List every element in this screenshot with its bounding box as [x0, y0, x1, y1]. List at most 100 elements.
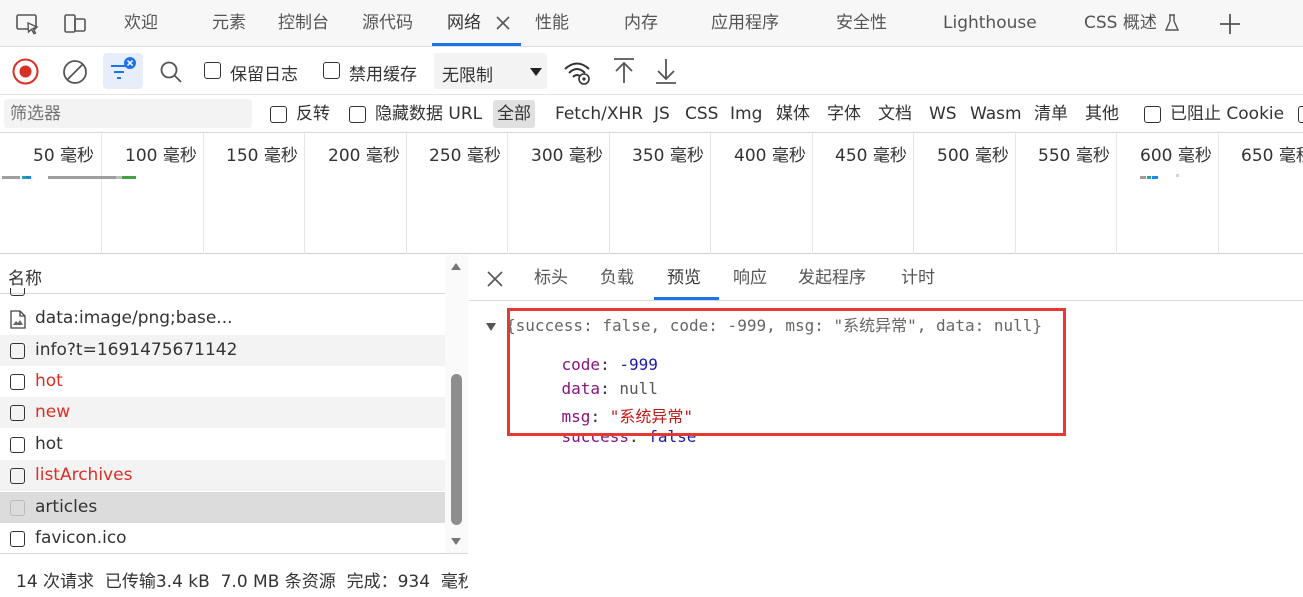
timeline-tick-label: 500 毫秒 — [937, 146, 1009, 166]
list-item[interactable]: hot — [0, 429, 445, 460]
filter-input[interactable] — [10, 101, 246, 126]
network-toolbar: 保留日志 禁用缓存 无限制 — [0, 47, 1303, 95]
tab-response[interactable]: 响应 — [733, 255, 767, 301]
image-file-icon — [10, 310, 26, 329]
list-item[interactable]: data:image/png;base... — [0, 303, 445, 334]
list-item-selected[interactable]: articles — [0, 492, 445, 523]
expand-triangle-icon[interactable] — [484, 318, 498, 331]
scroll-down-arrow-icon[interactable] — [450, 537, 462, 546]
tab-css-overview[interactable]: CSS 概述 — [1084, 0, 1157, 47]
record-icon[interactable] — [11, 57, 40, 86]
timeline-gridline — [609, 133, 610, 254]
device-toolbar-icon[interactable] — [61, 10, 89, 38]
timeline-gridline — [101, 133, 102, 254]
disable-cache-checkbox[interactable] — [323, 62, 340, 79]
document-icon — [10, 437, 25, 453]
timeline-overview[interactable]: 50 毫秒 100 毫秒 150 毫秒 200 毫秒 250 毫秒 300 毫秒… — [0, 133, 1303, 254]
tab-network[interactable]: 网络 — [447, 0, 481, 47]
list-item[interactable]: info?t=1691475671142 — [0, 335, 445, 366]
filter-type-wasm[interactable]: Wasm — [970, 95, 1022, 133]
request-name: favicon.ico — [35, 528, 127, 548]
filter-type-font[interactable]: 字体 — [827, 95, 861, 133]
document-icon — [10, 405, 25, 421]
list-item[interactable]: favicon.ico — [0, 523, 445, 554]
filter-bar: 反转 隐藏数据 URL 全部 Fetch/XHR JS CSS Img 媒体 字… — [0, 95, 1303, 133]
timeline-gridline — [1116, 133, 1117, 254]
close-details-icon[interactable] — [486, 270, 504, 288]
timeline-tick-label: 300 毫秒 — [531, 146, 603, 166]
scrollbar-track[interactable] — [445, 255, 468, 553]
status-summary: 14 次请求 已传输3.4 kB 7.0 MB 条资源 完成：934 毫秒 — [16, 572, 468, 592]
throttling-select[interactable]: 无限制 — [434, 53, 547, 89]
scroll-up-arrow-icon[interactable] — [450, 262, 462, 271]
network-conditions-icon[interactable] — [562, 58, 592, 86]
timeline-tick-label: 350 毫秒 — [632, 146, 704, 166]
active-details-tab-indicator — [654, 297, 719, 300]
timeline-tick-label: 200 毫秒 — [328, 146, 400, 166]
filter-type-doc[interactable]: 文档 — [878, 95, 912, 133]
filter-type-other[interactable]: 其他 — [1085, 95, 1119, 133]
timeline-tick-label: 50 毫秒 — [33, 146, 95, 166]
filter-type-img[interactable]: Img — [730, 95, 762, 133]
hide-data-urls-checkbox[interactable] — [349, 106, 366, 123]
filter-type-css[interactable]: CSS — [685, 95, 718, 133]
invert-checkbox[interactable] — [270, 106, 287, 123]
blocked-cookies-label: 已阻止 Cookie — [1170, 104, 1285, 124]
timeline-bar — [122, 176, 136, 179]
timeline-gridline — [203, 133, 204, 254]
search-icon[interactable] — [158, 59, 184, 85]
close-tab-icon[interactable] — [495, 15, 511, 31]
scrollbar-thumb[interactable] — [451, 374, 462, 525]
timeline-bar — [1176, 174, 1179, 177]
preserve-log-checkbox[interactable] — [204, 62, 221, 79]
document-icon — [10, 343, 25, 359]
filter-type-media[interactable]: 媒体 — [776, 95, 810, 133]
timeline-tick-label: 450 毫秒 — [835, 146, 907, 166]
request-name: hot — [35, 434, 63, 454]
filter-toggle-button[interactable] — [103, 53, 143, 89]
inspect-element-icon[interactable] — [14, 10, 42, 38]
filter-type-manifest[interactable]: 清单 — [1034, 95, 1068, 133]
details-tab-bar: 标头 负载 预览 响应 发起程序 计时 — [469, 255, 1303, 301]
tab-console[interactable]: 控制台 — [278, 0, 329, 47]
more-filter-checkbox[interactable] — [1298, 106, 1303, 123]
tab-initiator[interactable]: 发起程序 — [798, 255, 866, 301]
filter-input-wrap[interactable] — [4, 99, 252, 128]
filter-type-ws[interactable]: WS — [929, 95, 957, 133]
preserve-log-label: 保留日志 — [230, 65, 298, 85]
filter-type-js[interactable]: JS — [654, 95, 670, 133]
tab-sources[interactable]: 源代码 — [362, 0, 413, 47]
tab-memory[interactable]: 内存 — [624, 0, 658, 47]
add-tab-icon[interactable] — [1218, 12, 1242, 36]
tab-preview[interactable]: 预览 — [667, 255, 701, 301]
request-name: articles — [35, 497, 98, 517]
name-column-header: 名称 — [8, 269, 42, 289]
tab-elements[interactable]: 元素 — [212, 0, 246, 47]
tab-performance[interactable]: 性能 — [535, 0, 569, 47]
timeline-bar — [1140, 176, 1146, 179]
tab-headers[interactable]: 标头 — [534, 255, 568, 301]
import-har-icon[interactable] — [612, 57, 636, 85]
tab-welcome[interactable]: 欢迎 — [124, 0, 158, 47]
tab-payload[interactable]: 负载 — [600, 255, 634, 301]
tab-application[interactable]: 应用程序 — [711, 0, 779, 47]
request-name: data:image/png;base... — [35, 308, 233, 328]
filter-type-all[interactable]: 全部 — [493, 100, 535, 128]
blocked-cookies-checkbox[interactable] — [1144, 106, 1161, 123]
timeline-gridline — [812, 133, 813, 254]
export-har-icon[interactable] — [654, 57, 678, 85]
list-item[interactable]: hot — [0, 366, 445, 397]
clear-icon[interactable] — [61, 58, 89, 86]
filter-type-fetch-xhr[interactable]: Fetch/XHR — [555, 95, 643, 133]
tab-security[interactable]: 安全性 — [836, 0, 887, 47]
timeline-gridline — [913, 133, 914, 254]
list-item[interactable] — [0, 288, 445, 296]
timeline-bar — [2, 176, 20, 179]
hide-data-urls-label: 隐藏数据 URL — [375, 104, 483, 124]
list-item[interactable]: new — [0, 397, 445, 428]
timeline-gridline — [304, 133, 305, 254]
tab-lighthouse[interactable]: Lighthouse — [943, 0, 1037, 47]
tab-timing[interactable]: 计时 — [901, 255, 935, 301]
list-item[interactable]: listArchives — [0, 460, 445, 491]
timeline-tick-label: 250 毫秒 — [429, 146, 501, 166]
